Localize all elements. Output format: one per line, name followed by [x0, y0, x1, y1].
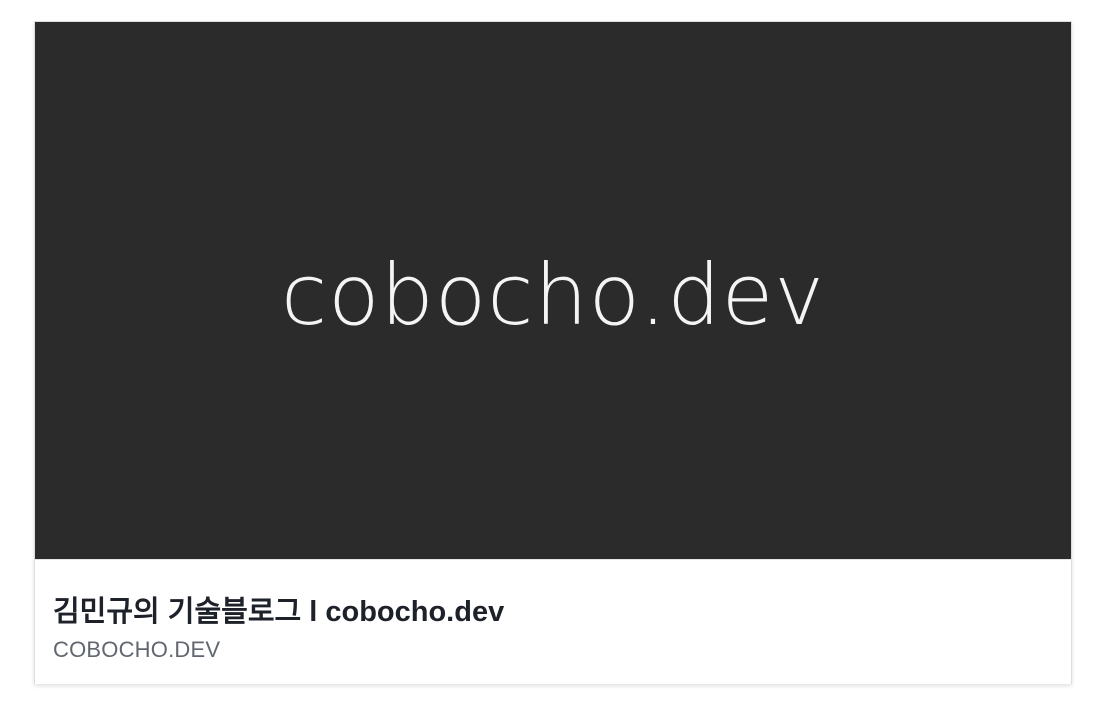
link-title[interactable]: 김민규의 기술블로그 l cobocho.dev — [53, 588, 504, 630]
preview-image[interactable]: cobocho.dev — [35, 22, 1071, 559]
link-domain: COBOCHO.DEV — [53, 637, 221, 662]
link-meta: 김민규의 기술블로그 l cobocho.dev COBOCHO.DEV — [35, 559, 1071, 684]
link-preview-card[interactable]: cobocho.dev 김민규의 기술블로그 l cobocho.dev COB… — [34, 21, 1072, 684]
preview-wordmark: cobocho.dev — [280, 245, 826, 344]
